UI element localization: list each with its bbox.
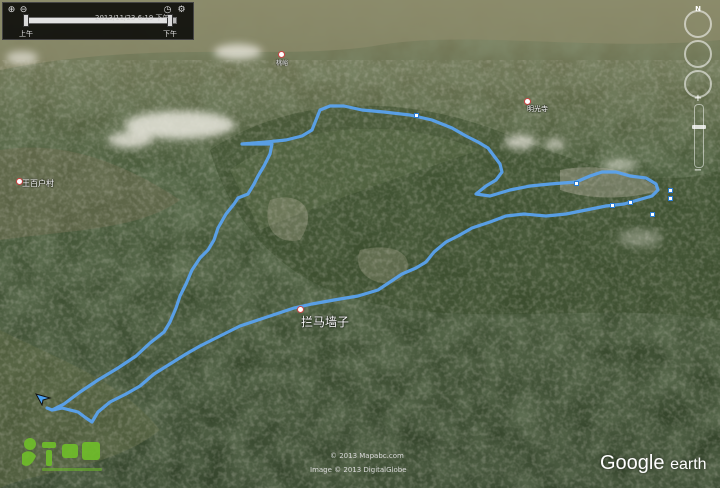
zoom-slider-thumb[interactable] <box>692 125 706 129</box>
placemark-village-label[interactable]: 王百户村 <box>22 178 54 189</box>
satellite-terrain[interactable] <box>0 0 720 488</box>
wrench-icon[interactable]: ⚙ <box>177 6 186 15</box>
placemark-temple-label[interactable]: 明光寺 <box>527 104 548 114</box>
look-joystick[interactable] <box>684 40 712 68</box>
time-end-label: 下午 <box>163 30 177 38</box>
waypoint-marker[interactable] <box>668 188 673 193</box>
attribution-mapabc: © 2013 Mapabc.com <box>330 452 404 460</box>
attribution-image: Image © 2013 DigitalGlobe <box>310 466 407 474</box>
placemark-main-label[interactable]: 拦马墙子 <box>301 313 349 330</box>
google-wordmark: Google <box>600 452 665 474</box>
start-arrow-icon[interactable] <box>34 392 52 406</box>
map-viewport[interactable]: ⊕ ⊖ ◷ ⚙ 2013/11/23 6:19 下午 上午 下午 N + − 桃… <box>0 0 720 488</box>
waypoint-marker[interactable] <box>610 203 615 208</box>
time-slider-timestamp: 2013/11/23 6:19 下午 <box>95 14 170 22</box>
google-earth-logo: Google earth <box>600 452 707 475</box>
waypoint-marker[interactable] <box>650 212 655 217</box>
time-start-label: 上午 <box>19 30 33 38</box>
waypoint-marker[interactable] <box>668 196 673 201</box>
rock-speckle <box>0 60 720 488</box>
zoom-slider[interactable] <box>692 104 706 168</box>
navigation-controls[interactable]: N + − <box>682 5 716 176</box>
zoom-in-button[interactable]: + <box>690 94 706 104</box>
placemark-top-icon[interactable] <box>278 51 285 58</box>
placemark-top-label[interactable]: 桃峪 <box>276 58 288 67</box>
time-start-handle[interactable] <box>23 14 29 27</box>
waypoint-marker[interactable] <box>628 200 633 205</box>
waypoint-marker[interactable] <box>574 181 579 186</box>
compass-ring[interactable] <box>684 10 712 38</box>
zoom-in-icon[interactable]: ⊕ <box>7 6 16 15</box>
earth-wordmark: earth <box>670 456 707 473</box>
compass-north-label: N <box>695 5 701 13</box>
placemark-main-icon[interactable] <box>297 306 304 313</box>
watermark-logo <box>22 438 102 471</box>
time-slider[interactable]: ⊕ ⊖ ◷ ⚙ 2013/11/23 6:19 下午 上午 下午 <box>2 2 194 40</box>
waypoint-marker[interactable] <box>414 113 419 118</box>
zoom-out-button[interactable]: − <box>690 166 706 176</box>
